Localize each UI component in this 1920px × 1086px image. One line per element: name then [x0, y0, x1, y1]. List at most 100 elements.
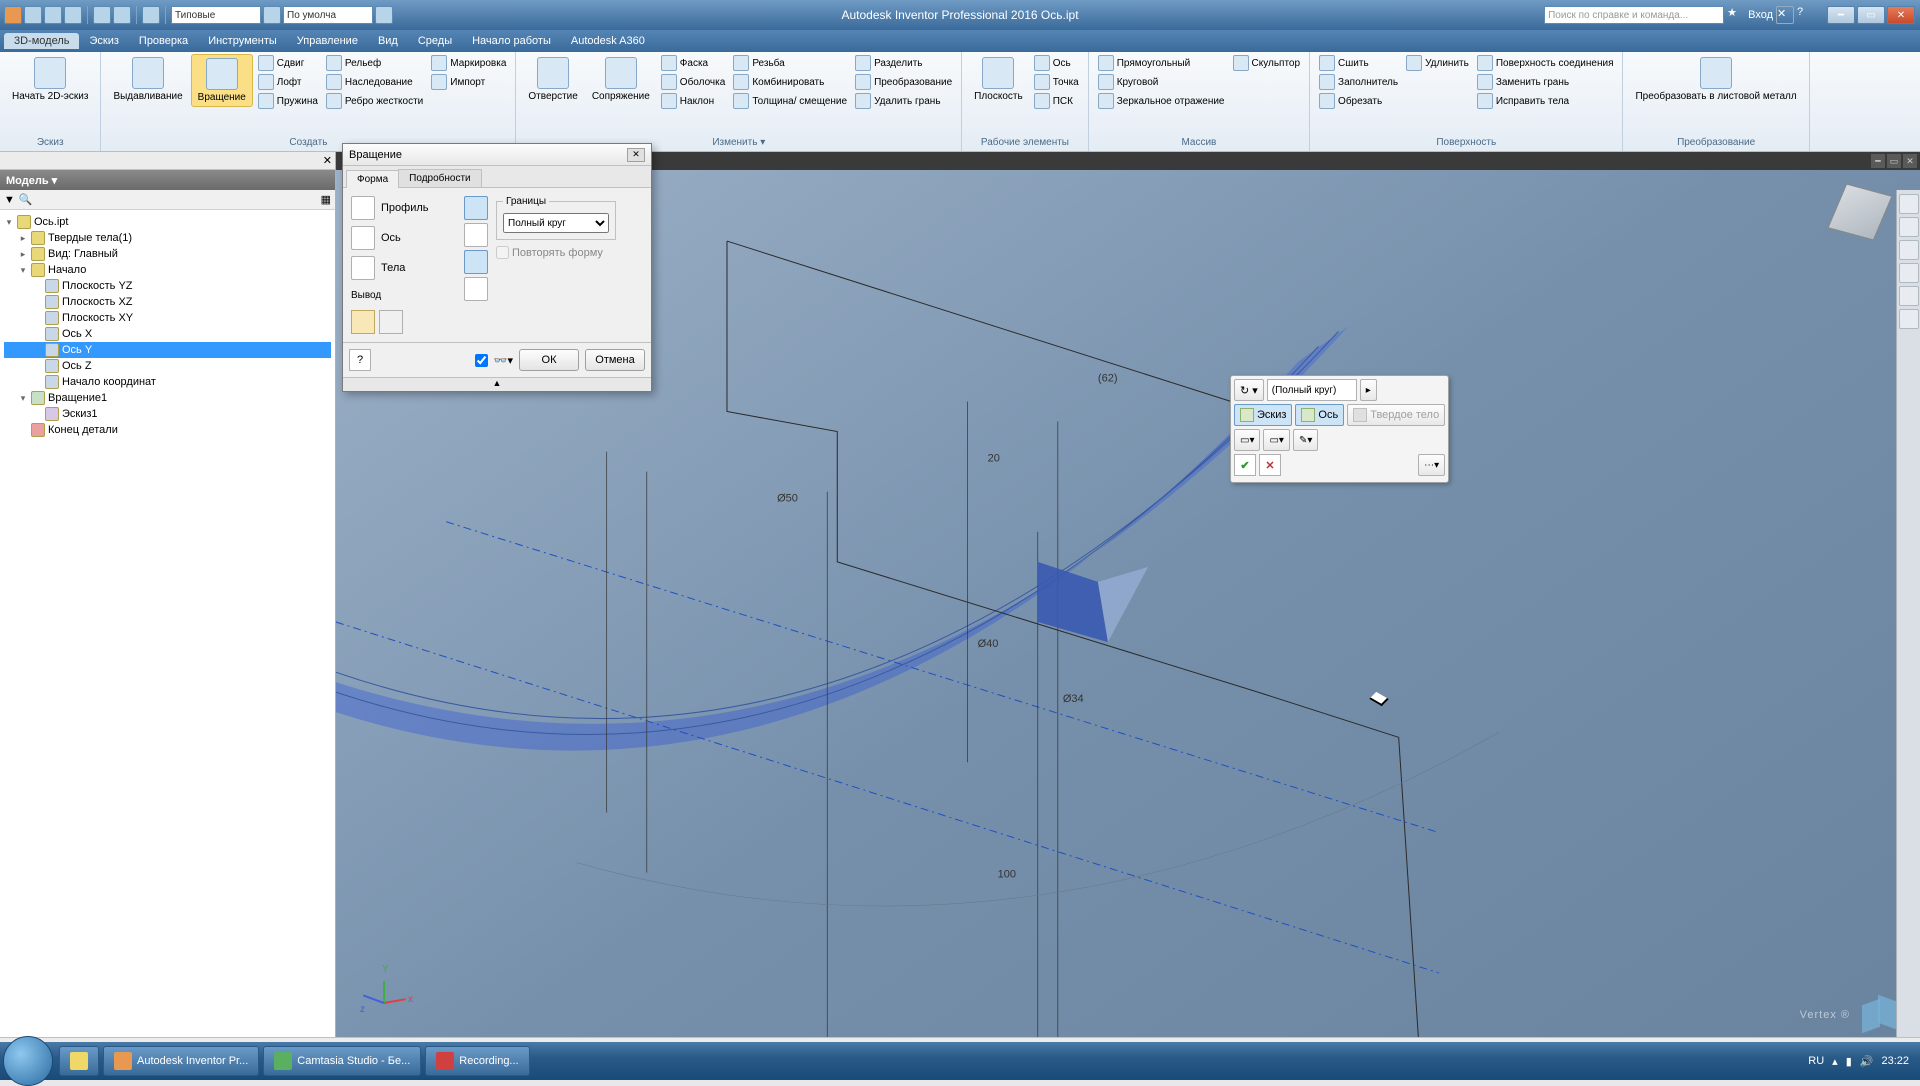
- import-button[interactable]: Импорт: [428, 73, 509, 91]
- tab-environments[interactable]: Среды: [408, 33, 462, 49]
- nav-zoom-icon[interactable]: [1899, 263, 1919, 283]
- tree-plane-yz[interactable]: Плоскость YZ: [4, 278, 331, 294]
- ruled-surface-button[interactable]: Поверхность соединения: [1474, 54, 1617, 72]
- tree-axis-x[interactable]: Ось X: [4, 326, 331, 342]
- emboss-button[interactable]: Рельеф: [323, 54, 426, 72]
- browser-close-icon[interactable]: ✕: [323, 154, 332, 167]
- qat-open-icon[interactable]: [44, 6, 62, 24]
- exchange-icon[interactable]: ✕: [1776, 6, 1794, 24]
- nav-wheel-icon[interactable]: [1899, 217, 1919, 237]
- tray-network-icon[interactable]: ▮: [1846, 1055, 1852, 1068]
- view-cube[interactable]: [1830, 182, 1890, 242]
- material-dropdown[interactable]: Типовые: [171, 6, 261, 24]
- extents-dropdown[interactable]: Полный круг: [503, 213, 609, 233]
- tab-manage[interactable]: Управление: [287, 33, 368, 49]
- mini-solid-button[interactable]: Твердое тело: [1347, 404, 1445, 426]
- tab-sketch[interactable]: Эскиз: [79, 33, 128, 49]
- tab-3d-model[interactable]: 3D-модель: [4, 33, 79, 49]
- doc-restore-icon[interactable]: ▭: [1887, 154, 1901, 168]
- login-button[interactable]: Вход: [1748, 9, 1773, 21]
- tree-revolve1[interactable]: ▾Вращение1: [4, 390, 331, 406]
- combine-button[interactable]: Комбинировать: [730, 73, 850, 91]
- help-icon[interactable]: ?: [1797, 6, 1815, 24]
- dialog-tab-more[interactable]: Подробности: [398, 169, 481, 187]
- task-inventor[interactable]: Autodesk Inventor Pr...: [103, 1046, 259, 1076]
- extrude-button[interactable]: Выдавливание: [107, 54, 188, 105]
- doc-minimize-icon[interactable]: ━: [1871, 154, 1885, 168]
- tree-plane-xy[interactable]: Плоскость XY: [4, 310, 331, 326]
- replace-face-button[interactable]: Заменить грань: [1474, 73, 1617, 91]
- operation-join-button[interactable]: [464, 196, 488, 220]
- operation-newsolid-button[interactable]: [464, 277, 488, 301]
- minimize-button[interactable]: ━: [1827, 6, 1855, 24]
- trim-button[interactable]: Обрезать: [1316, 92, 1401, 110]
- dialog-expand-button[interactable]: ▲: [343, 377, 651, 391]
- task-explorer[interactable]: [59, 1046, 99, 1076]
- direct-button[interactable]: Преобразование: [852, 73, 955, 91]
- thicken-button[interactable]: Толщина/ смещение: [730, 92, 850, 110]
- task-camtasia[interactable]: Camtasia Studio - Бе...: [263, 1046, 421, 1076]
- mini-ok-button[interactable]: ✔: [1234, 454, 1256, 476]
- circ-pattern-button[interactable]: Круговой: [1095, 73, 1228, 91]
- qat-save-icon[interactable]: [64, 6, 82, 24]
- split-button[interactable]: Разделить: [852, 54, 955, 72]
- dialog-preview-checkbox[interactable]: [475, 354, 488, 367]
- maximize-button[interactable]: ▭: [1857, 6, 1885, 24]
- close-button[interactable]: ✕: [1887, 6, 1915, 24]
- start-button[interactable]: [3, 1036, 53, 1086]
- tray-volume-icon[interactable]: 🔊: [1860, 1055, 1874, 1068]
- axis-selector[interactable]: Ось: [351, 226, 456, 250]
- qat-new-icon[interactable]: [24, 6, 42, 24]
- mini-surface-button[interactable]: ✎▾: [1293, 429, 1318, 451]
- mini-next-button[interactable]: ▸: [1360, 379, 1377, 401]
- mini-sketch-button[interactable]: Эскиз: [1234, 404, 1292, 426]
- rib-button[interactable]: Ребро жесткости: [323, 92, 426, 110]
- derive-button[interactable]: Наследование: [323, 73, 426, 91]
- shell-button[interactable]: Оболочка: [658, 73, 729, 91]
- tree-axis-y[interactable]: Ось Y: [4, 342, 331, 358]
- convert-sheet-metal-button[interactable]: Преобразовать в листовой металл: [1629, 54, 1802, 105]
- repair-bodies-button[interactable]: Исправить тела: [1474, 92, 1617, 110]
- appearance-dropdown[interactable]: По умолча: [283, 6, 373, 24]
- filter-icon[interactable]: ▼: [4, 194, 15, 206]
- tab-view[interactable]: Вид: [368, 33, 408, 49]
- rect-pattern-button[interactable]: Прямоугольный: [1095, 54, 1228, 72]
- fillet-button[interactable]: Сопряжение: [586, 54, 656, 105]
- tree-origin[interactable]: ▾Начало: [4, 262, 331, 278]
- nav-lookat-icon[interactable]: [1899, 309, 1919, 329]
- tray-lang[interactable]: RU: [1808, 1055, 1824, 1067]
- operation-intersect-button[interactable]: [464, 250, 488, 274]
- output-solid-button[interactable]: [351, 310, 375, 334]
- mini-operation-button[interactable]: ▭▾: [1263, 429, 1289, 451]
- doc-close-icon[interactable]: ✕: [1903, 154, 1917, 168]
- tree-view[interactable]: ▸Вид: Главный: [4, 246, 331, 262]
- loft-button[interactable]: Лофт: [255, 73, 321, 91]
- decal-button[interactable]: Маркировка: [428, 54, 509, 72]
- nav-pan-icon[interactable]: [1899, 240, 1919, 260]
- dialog-tab-shape[interactable]: Форма: [346, 170, 399, 188]
- mini-options-button[interactable]: ⋯▾: [1418, 454, 1445, 476]
- chamfer-button[interactable]: Фаска: [658, 54, 729, 72]
- browser-tree[interactable]: ▾Ось.ipt ▸Твердые тела(1) ▸Вид: Главный …: [0, 210, 335, 1044]
- draft-button[interactable]: Наклон: [658, 92, 729, 110]
- tree-solid-bodies[interactable]: ▸Твердые тела(1): [4, 230, 331, 246]
- operation-cut-button[interactable]: [464, 223, 488, 247]
- tab-get-started[interactable]: Начало работы: [462, 33, 561, 49]
- tab-a360[interactable]: Autodesk A360: [561, 33, 655, 49]
- tree-center-point[interactable]: Начало координат: [4, 374, 331, 390]
- tree-root[interactable]: ▾Ось.ipt: [4, 214, 331, 230]
- qat-home-icon[interactable]: [142, 6, 160, 24]
- stitch-button[interactable]: Сшить: [1316, 54, 1401, 72]
- tab-tools[interactable]: Инструменты: [198, 33, 287, 49]
- match-shape-checkbox[interactable]: Повторять форму: [496, 246, 616, 259]
- cancel-button[interactable]: Отмена: [585, 349, 645, 371]
- task-recording[interactable]: Recording...: [425, 1046, 529, 1076]
- star-icon[interactable]: ★: [1727, 6, 1745, 24]
- sculpt-button[interactable]: Скульптор: [1230, 54, 1304, 72]
- nav-orbit-icon[interactable]: [1899, 286, 1919, 306]
- qat-undo-icon[interactable]: [93, 6, 111, 24]
- profile-selector[interactable]: Профиль: [351, 196, 456, 220]
- solids-selector[interactable]: Тела: [351, 256, 456, 280]
- point-button[interactable]: Точка: [1031, 73, 1082, 91]
- axis-button[interactable]: Ось: [1031, 54, 1082, 72]
